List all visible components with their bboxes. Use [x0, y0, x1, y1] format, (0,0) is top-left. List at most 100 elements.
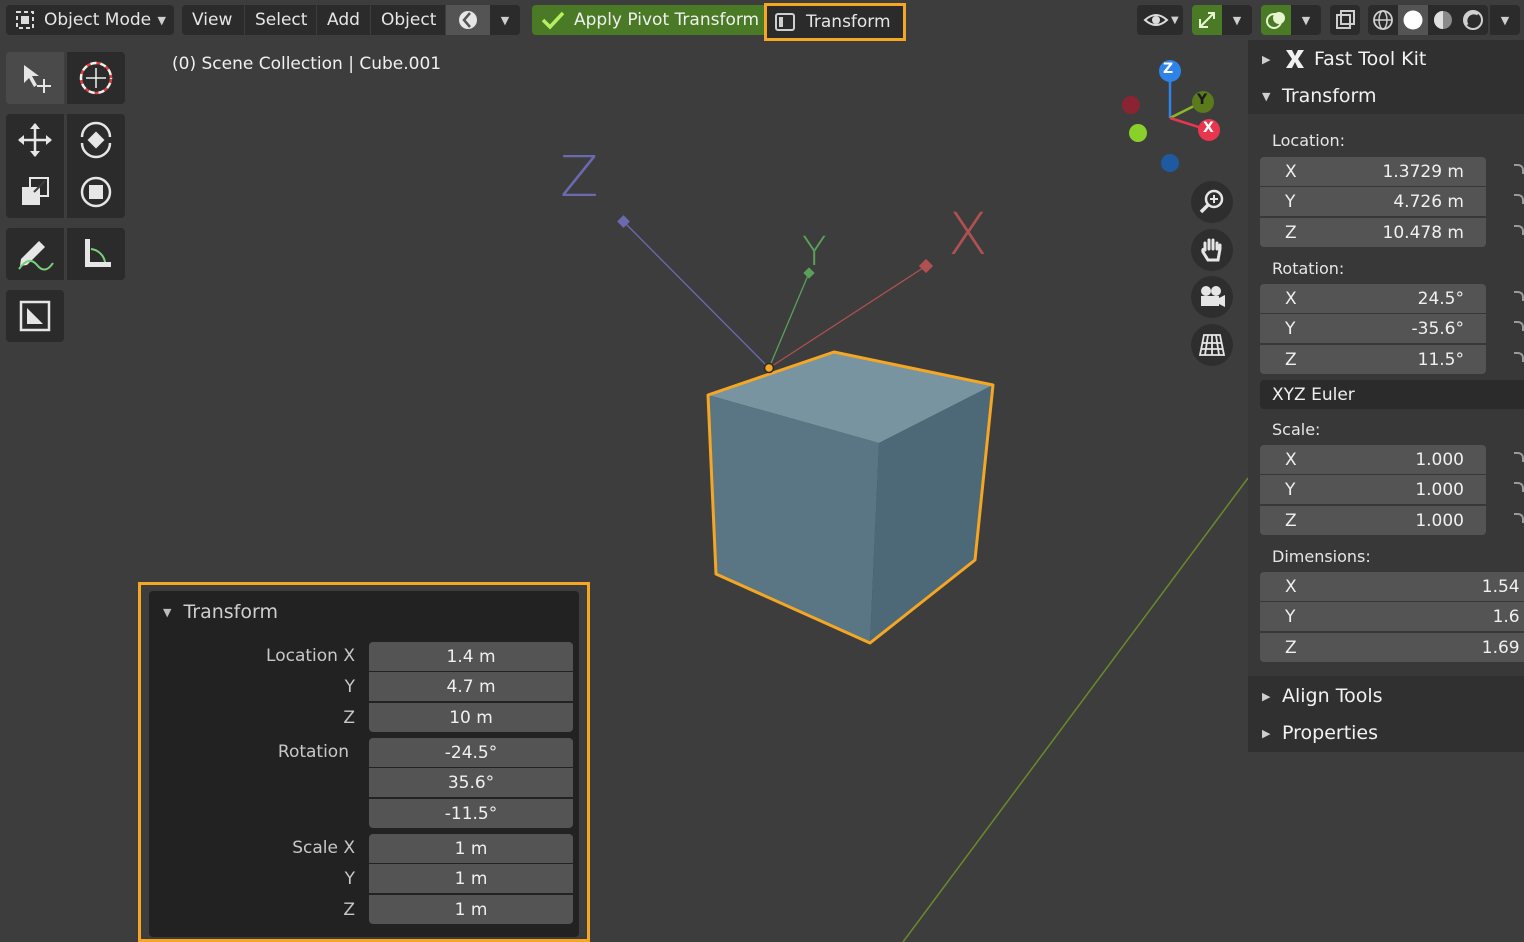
panel-transform-header[interactable]: ▼ Transform: [1248, 78, 1524, 114]
camera-view-button[interactable]: [1191, 276, 1233, 318]
dimensions-x-value: 1.54 r: [1481, 576, 1524, 597]
axis-y-label: Y: [1285, 318, 1296, 339]
menu-object[interactable]: Object: [371, 5, 445, 35]
axis-z-label: Z: [1285, 349, 1297, 370]
rotate-tool[interactable]: [67, 114, 125, 166]
gizmo-x-label[interactable]: X: [1203, 120, 1214, 136]
caret-right-icon: ▶: [1262, 726, 1271, 740]
lock-icon[interactable]: [1514, 164, 1524, 174]
lock-icon[interactable]: [1514, 225, 1524, 235]
lock-icon[interactable]: [1514, 452, 1524, 462]
scale-y-field[interactable]: Y 1.000: [1260, 475, 1486, 504]
perspective-toggle-button[interactable]: [1191, 324, 1233, 366]
rotation-mode-dropdown[interactable]: XYZ Euler: [1260, 380, 1524, 409]
pivot-origin: [763, 362, 775, 374]
rotation-z-field[interactable]: Z 11.5°: [1260, 345, 1486, 374]
object-mode-dropdown[interactable]: Object Mode ▼: [6, 5, 174, 35]
lock-icon[interactable]: [1514, 352, 1524, 362]
dimensions-z-field[interactable]: Z 1.69 r: [1260, 633, 1524, 662]
pivot-dropdown[interactable]: ▼: [490, 5, 520, 35]
menu-select[interactable]: Select: [245, 5, 316, 35]
move-tool[interactable]: [6, 114, 64, 166]
op-scale-z-field[interactable]: 1 m: [369, 895, 573, 924]
location-label: Location:: [1272, 131, 1346, 150]
dimensions-x-field[interactable]: X 1.54 r: [1260, 572, 1524, 601]
op-location-z-field[interactable]: 10 m: [369, 703, 573, 732]
location-x-value: 1.3729 m: [1382, 161, 1464, 182]
lock-icon[interactable]: [1514, 321, 1524, 331]
scale-tool[interactable]: [6, 166, 64, 218]
zoom-button[interactable]: [1191, 181, 1233, 223]
overlays-icon: [1266, 12, 1285, 29]
rotate-icon: [80, 121, 112, 159]
pivot-x-letter: X: [948, 200, 988, 268]
select-tool[interactable]: [6, 52, 64, 104]
xray-toggle[interactable]: [1330, 5, 1360, 35]
add-cube-tool[interactable]: [6, 290, 64, 342]
wireframe-shading-button[interactable]: [1368, 9, 1398, 31]
pan-button[interactable]: [1191, 229, 1233, 271]
rotation-x-field[interactable]: X 24.5°: [1260, 284, 1486, 313]
gizmo-dropdown[interactable]: ▼: [1222, 5, 1252, 35]
pencil-icon: [18, 241, 54, 271]
gizmo-z-label[interactable]: Z: [1163, 61, 1173, 77]
transform-icon: [80, 176, 112, 208]
gizmo-toggle[interactable]: [1192, 5, 1222, 35]
transform-panel-button[interactable]: Transform: [764, 3, 906, 41]
operator-title: Transform: [183, 601, 278, 623]
camera-icon: [1201, 286, 1225, 307]
lock-icon[interactable]: [1514, 291, 1524, 301]
scale-z-field[interactable]: Z 1.000: [1260, 506, 1486, 535]
pivot-y-axis: [768, 272, 810, 369]
rotation-y-field[interactable]: Y -35.6°: [1260, 314, 1486, 343]
rendered-shading-button[interactable]: [1458, 9, 1488, 31]
xray-icon: [1336, 10, 1355, 29]
location-x-field[interactable]: X 1.3729 m: [1260, 157, 1486, 186]
scale-icon: [22, 177, 49, 205]
overlays-dropdown[interactable]: ▼: [1291, 5, 1321, 35]
location-y-field[interactable]: Y 4.726 m: [1260, 187, 1486, 216]
op-scale-x-field[interactable]: 1 m: [369, 834, 573, 863]
measure-tool[interactable]: [67, 228, 125, 280]
operator-panel-header[interactable]: ▼ Transform: [163, 601, 278, 623]
panel-fast-tool-kit[interactable]: ▶ Fast Tool Kit: [1248, 41, 1524, 77]
op-rotation-y-field[interactable]: 35.6°: [369, 768, 573, 797]
dimensions-y-field[interactable]: Y 1.6 r: [1260, 602, 1524, 631]
visibility-dropdown[interactable]: ▼: [1137, 5, 1183, 35]
op-scale-y-field[interactable]: 1 m: [369, 864, 573, 893]
transform-panel-body: Location: X 1.3729 m Y 4.726 m Z 10.478 …: [1248, 114, 1524, 676]
gizmo-y-label[interactable]: Y: [1197, 92, 1207, 108]
scale-x-field[interactable]: X 1.000: [1260, 445, 1486, 474]
menu-add[interactable]: Add: [317, 5, 370, 35]
annotate-tool[interactable]: [6, 228, 64, 280]
align-tools-label: Align Tools: [1282, 685, 1383, 707]
pivot-point-icon: [459, 11, 477, 29]
lock-icon[interactable]: [1514, 482, 1524, 492]
lock-icon[interactable]: [1514, 194, 1524, 204]
op-location-x-field[interactable]: 1.4 m: [369, 642, 573, 671]
transform-pivot-button[interactable]: [446, 5, 490, 35]
transform-tool[interactable]: [67, 166, 125, 218]
menu-view[interactable]: View: [182, 5, 244, 35]
location-z-field[interactable]: Z 10.478 m: [1260, 218, 1486, 247]
fast-tool-kit-label: Fast Tool Kit: [1314, 48, 1427, 70]
panel-align-tools[interactable]: ▶ Align Tools: [1248, 678, 1524, 714]
op-location-y-field[interactable]: 4.7 m: [369, 672, 573, 701]
axis-z-label: Z: [1285, 637, 1297, 658]
panel-properties[interactable]: ▶ Properties: [1248, 715, 1524, 751]
op-rotation-x-field[interactable]: -24.5°: [369, 738, 573, 767]
eye-icon: [1143, 14, 1169, 26]
scale-y-label: Y: [344, 869, 355, 889]
rotation-x-value: 24.5°: [1417, 288, 1464, 309]
select-cursor-icon: [24, 65, 51, 93]
rotation-label: Rotation: [277, 742, 349, 762]
apply-pivot-transform-button[interactable]: Apply Pivot Transform: [532, 5, 764, 35]
cursor-tool[interactable]: [67, 52, 125, 104]
overlays-toggle[interactable]: [1261, 5, 1291, 35]
caret-down-icon: ▼: [163, 605, 172, 619]
lock-icon[interactable]: [1514, 513, 1524, 523]
op-rotation-z-field[interactable]: -11.5°: [369, 799, 573, 828]
solid-shading-button[interactable]: [1398, 5, 1428, 35]
shading-dropdown[interactable]: ▼: [1490, 5, 1520, 35]
material-shading-button[interactable]: [1428, 9, 1458, 31]
